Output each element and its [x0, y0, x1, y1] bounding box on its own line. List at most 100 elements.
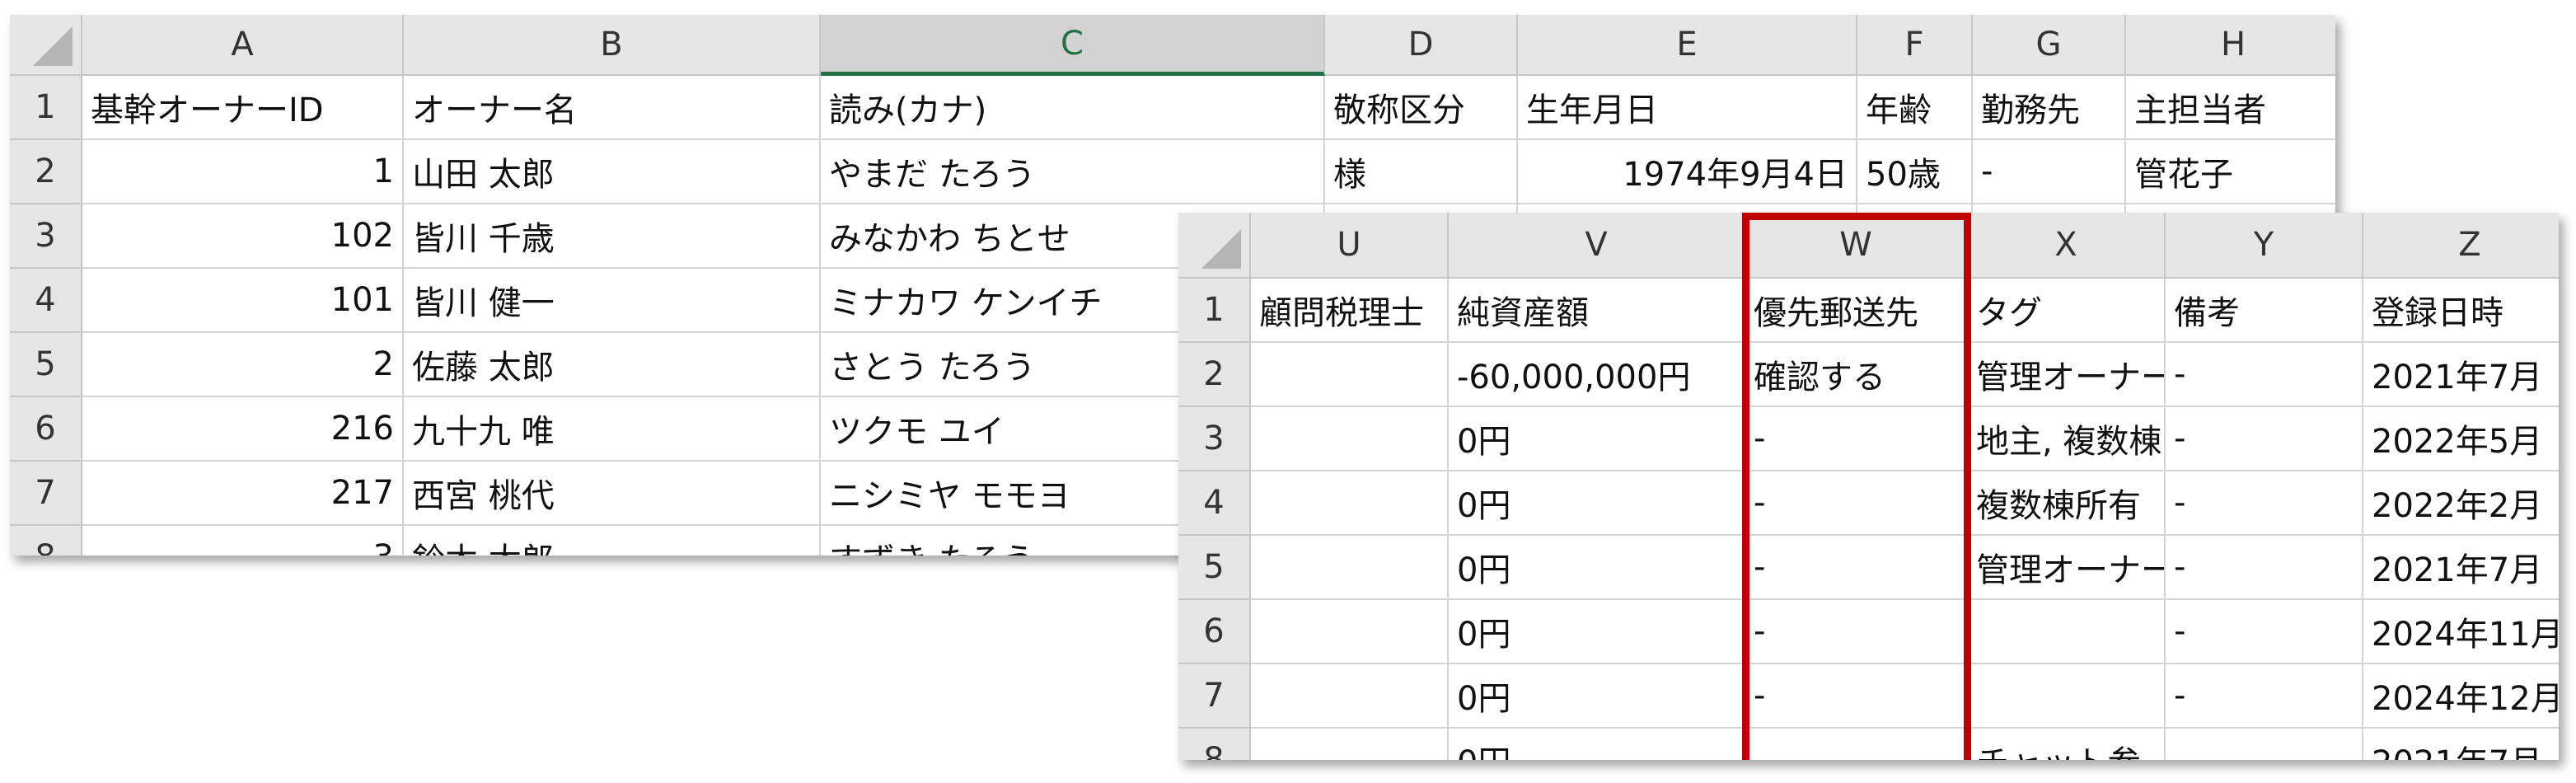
row-header-2[interactable]: 2 [1178, 343, 1251, 407]
row-header-8[interactable]: 8 [10, 526, 82, 556]
column-header-v[interactable]: V [1449, 213, 1745, 279]
cell-z7[interactable]: 2024年12月 [2363, 664, 2559, 729]
cell-b3[interactable]: 皆川 千歳 [404, 204, 821, 269]
row-header-3[interactable]: 3 [10, 204, 82, 269]
row-header-2[interactable]: 2 [10, 140, 82, 204]
column-header-d[interactable]: D [1325, 15, 1518, 76]
column-header-h[interactable]: H [2126, 15, 2335, 76]
cell-u1[interactable]: 顧問税理士 [1251, 279, 1449, 343]
row-header-4[interactable]: 4 [1178, 471, 1251, 536]
cell-v4[interactable]: 0円 [1449, 471, 1745, 536]
cell-b7[interactable]: 西宮 桃代 [404, 462, 821, 526]
cell-a6[interactable]: 216 [82, 397, 404, 462]
cell-x5[interactable]: 管理オーナー [1968, 536, 2166, 600]
cell-y7[interactable]: - [2166, 664, 2363, 729]
cell-z8[interactable]: 2021年7月 [2363, 729, 2559, 760]
cell-b8[interactable]: 鈴木 太郎 [404, 526, 821, 556]
cell-a8[interactable]: 3 [82, 526, 404, 556]
column-header-c[interactable]: C [821, 15, 1325, 76]
highlight-column-w [1742, 213, 1971, 760]
row-header-7[interactable]: 7 [1178, 664, 1251, 729]
cell-b5[interactable]: 佐藤 太郎 [404, 333, 821, 397]
cell-v1[interactable]: 純資産額 [1449, 279, 1745, 343]
cell-u7[interactable] [1251, 664, 1449, 729]
cell-a2[interactable]: 1 [82, 140, 404, 204]
cell-b6[interactable]: 九十九 唯 [404, 397, 821, 462]
column-header-z[interactable]: Z [2363, 213, 2559, 279]
cell-h2[interactable]: 管花子 [2126, 140, 2335, 204]
cell-a3[interactable]: 102 [82, 204, 404, 269]
cell-u5[interactable] [1251, 536, 1449, 600]
cell-z6[interactable]: 2024年11月 [2363, 600, 2559, 664]
cell-z2[interactable]: 2021年7月 [2363, 343, 2559, 407]
cell-a4[interactable]: 101 [82, 269, 404, 333]
column-header-x[interactable]: X [1968, 213, 2166, 279]
column-header-u[interactable]: U [1251, 213, 1449, 279]
cell-d2[interactable]: 様 [1325, 140, 1518, 204]
column-header-y[interactable]: Y [2166, 213, 2363, 279]
cell-x4[interactable]: 複数棟所有 [1968, 471, 2166, 536]
cell-v3[interactable]: 0円 [1449, 407, 1745, 471]
cell-h1[interactable]: 主担当者 [2126, 76, 2335, 140]
row-header-3[interactable]: 3 [1178, 407, 1251, 471]
cell-e2[interactable]: 1974年9月4日 [1518, 140, 1857, 204]
select-all-corner[interactable] [1178, 213, 1251, 279]
cell-y2[interactable]: - [2166, 343, 2363, 407]
column-header-a[interactable]: A [82, 15, 404, 76]
cell-y3[interactable]: - [2166, 407, 2363, 471]
cell-e1[interactable]: 生年月日 [1518, 76, 1857, 140]
cell-v6[interactable]: 0円 [1449, 600, 1745, 664]
cell-z3[interactable]: 2022年5月 [2363, 407, 2559, 471]
cell-x2[interactable]: 管理オーナー [1968, 343, 2166, 407]
cell-f1[interactable]: 年齢 [1857, 76, 1973, 140]
cell-u6[interactable] [1251, 600, 1449, 664]
cell-u4[interactable] [1251, 471, 1449, 536]
row-header-8[interactable]: 8 [1178, 729, 1251, 760]
column-header-g[interactable]: G [1973, 15, 2126, 76]
cell-b1[interactable]: オーナー名 [404, 76, 821, 140]
select-all-corner[interactable] [10, 15, 82, 76]
cell-y8[interactable] [2166, 729, 2363, 760]
column-header-e[interactable]: E [1518, 15, 1857, 76]
cell-v2[interactable]: -60,000,000円 [1449, 343, 1745, 407]
cell-c1[interactable]: 読み(カナ) [821, 76, 1325, 140]
cell-b4[interactable]: 皆川 健一 [404, 269, 821, 333]
column-header-b[interactable]: B [404, 15, 821, 76]
cell-v7[interactable]: 0円 [1449, 664, 1745, 729]
row-header-6[interactable]: 6 [10, 397, 82, 462]
row-header-1[interactable]: 1 [1178, 279, 1251, 343]
cell-d1[interactable]: 敬称区分 [1325, 76, 1518, 140]
cell-x6[interactable] [1968, 600, 2166, 664]
cell-b2[interactable]: 山田 太郎 [404, 140, 821, 204]
cell-z1[interactable]: 登録日時 [2363, 279, 2559, 343]
cell-c2[interactable]: やまだ たろう [821, 140, 1325, 204]
cell-u8[interactable] [1251, 729, 1449, 760]
cell-u2[interactable] [1251, 343, 1449, 407]
cell-y5[interactable]: - [2166, 536, 2363, 600]
row-header-5[interactable]: 5 [1178, 536, 1251, 600]
cell-x1[interactable]: タグ [1968, 279, 2166, 343]
cell-a1[interactable]: 基幹オーナーID [82, 76, 404, 140]
row-header-4[interactable]: 4 [10, 269, 82, 333]
cell-z4[interactable]: 2022年2月 [2363, 471, 2559, 536]
cell-y4[interactable]: - [2166, 471, 2363, 536]
cell-x3[interactable]: 地主, 複数棟 [1968, 407, 2166, 471]
cell-z5[interactable]: 2021年7月 [2363, 536, 2559, 600]
cell-y1[interactable]: 備考 [2166, 279, 2363, 343]
row-header-5[interactable]: 5 [10, 333, 82, 397]
column-header-f[interactable]: F [1857, 15, 1973, 76]
cell-x7[interactable] [1968, 664, 2166, 729]
cell-v5[interactable]: 0円 [1449, 536, 1745, 600]
row-header-6[interactable]: 6 [1178, 600, 1251, 664]
row-header-7[interactable]: 7 [10, 462, 82, 526]
cell-x8[interactable]: チャット参 [1968, 729, 2166, 760]
cell-g2[interactable]: - [1973, 140, 2126, 204]
cell-f2[interactable]: 50歳 [1857, 140, 1973, 204]
cell-g1[interactable]: 勤務先 [1973, 76, 2126, 140]
cell-a5[interactable]: 2 [82, 333, 404, 397]
cell-a7[interactable]: 217 [82, 462, 404, 526]
cell-v8[interactable]: 0円 [1449, 729, 1745, 760]
cell-y6[interactable]: - [2166, 600, 2363, 664]
row-header-1[interactable]: 1 [10, 76, 82, 140]
cell-u3[interactable] [1251, 407, 1449, 471]
